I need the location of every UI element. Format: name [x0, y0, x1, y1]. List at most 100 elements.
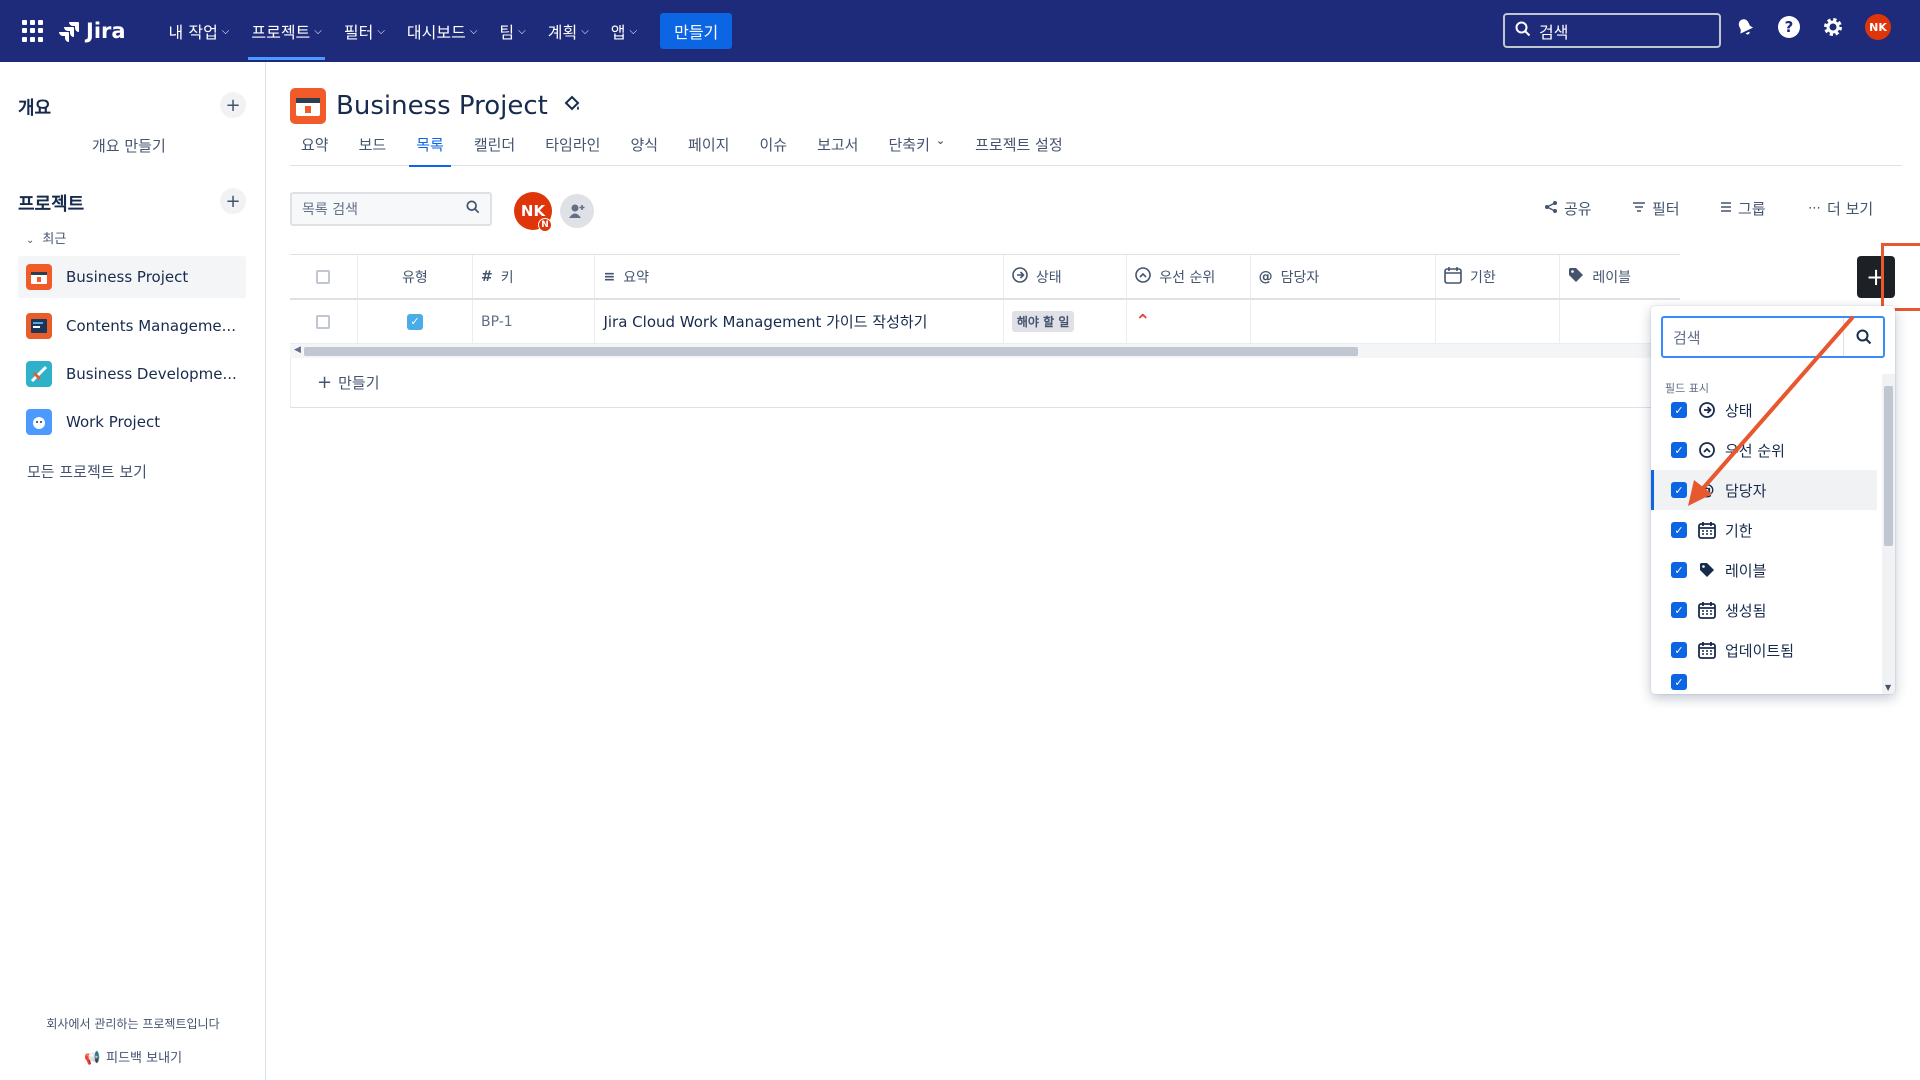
chevron-down-icon: ⌄	[935, 134, 946, 147]
checkbox-checked-icon[interactable]: ✓	[1671, 442, 1687, 458]
tab-summary[interactable]: 요약	[290, 134, 340, 166]
checkbox-checked-icon[interactable]: ✓	[1671, 562, 1687, 578]
jira-logo[interactable]: Jira	[58, 19, 126, 43]
add-project-button[interactable]: +	[220, 188, 246, 214]
status-cell[interactable]: 해야 할 일	[1004, 300, 1128, 343]
checkbox-checked-icon[interactable]: ✓	[1671, 522, 1687, 538]
project-label: Business Developme...	[66, 365, 237, 383]
group-button[interactable]: 그룹	[1720, 198, 1766, 219]
sidebar-project-contents[interactable]: Contents Manageme...	[18, 305, 246, 347]
settings-gear-icon[interactable]	[1821, 15, 1845, 39]
tab-pages[interactable]: 페이지	[677, 134, 740, 166]
tab-calendar[interactable]: 캘린더	[463, 134, 526, 166]
member-avatar[interactable]: NK N	[514, 192, 552, 232]
nav-teams[interactable]: 팀 ⌵	[488, 0, 536, 62]
nav-projects[interactable]: 프로젝트 ⌵	[240, 0, 332, 62]
priority-high-icon: ⌃	[1135, 311, 1151, 332]
field-option-updated[interactable]: ✓ 업데이트됨	[1651, 630, 1877, 670]
global-search-input[interactable]: 검색	[1503, 13, 1721, 48]
row-checkbox[interactable]	[316, 314, 331, 329]
checkbox-checked-icon[interactable]: ✓	[1671, 642, 1687, 658]
sidebar-project-business[interactable]: Business Project	[18, 256, 246, 298]
scroll-left-icon[interactable]: ◀	[294, 345, 301, 355]
scrollbar-thumb[interactable]	[304, 347, 1358, 356]
nav-plans[interactable]: 계획 ⌵	[537, 0, 600, 62]
field-label: 레이블	[1725, 561, 1767, 580]
field-option-created[interactable]: ✓ 생성됨	[1651, 590, 1877, 630]
add-people-icon[interactable]	[560, 194, 594, 228]
tab-list[interactable]: 목록	[405, 134, 455, 167]
nav-filters[interactable]: 필터 ⌵	[333, 0, 396, 62]
search-icon	[466, 200, 480, 218]
filter-label: 필터	[1652, 200, 1680, 218]
column-due[interactable]: 기한	[1436, 255, 1561, 298]
help-icon[interactable]: ?	[1777, 15, 1801, 39]
summary-lines-icon: ≡	[603, 268, 616, 285]
field-option-status[interactable]: ✓ 상태	[1651, 390, 1877, 430]
paint-bucket-icon[interactable]	[562, 94, 582, 119]
tab-reports[interactable]: 보고서	[806, 134, 869, 166]
tab-board[interactable]: 보드	[348, 134, 398, 166]
column-summary[interactable]: ≡ 요약	[595, 255, 1004, 298]
tag-icon	[1568, 267, 1584, 287]
table-row[interactable]: ✓ BP-1 Jira Cloud Work Management 가이드 작성…	[290, 300, 1680, 344]
create-issue-row[interactable]: + 만들기	[290, 358, 1680, 408]
view-all-projects-link[interactable]: 모든 프로젝트 보기	[27, 461, 147, 482]
select-all-checkbox[interactable]	[316, 269, 331, 284]
logo-text: Jira	[86, 19, 126, 43]
search-icon[interactable]	[1843, 318, 1883, 356]
feedback-button[interactable]: 📢 피드백 보내기	[0, 1047, 266, 1066]
column-assignee[interactable]: @ 담당자	[1251, 255, 1437, 298]
tab-project-settings[interactable]: 프로젝트 설정	[964, 134, 1074, 166]
nav-my-work[interactable]: 내 작업 ⌵	[158, 0, 241, 62]
due-cell[interactable]	[1436, 300, 1561, 343]
field-option-priority[interactable]: ✓ 우선 순위	[1651, 430, 1877, 470]
app-switcher-icon[interactable]	[22, 20, 44, 42]
assignee-cell[interactable]	[1251, 300, 1437, 343]
field-option-labels[interactable]: ✓ 레이블	[1651, 550, 1877, 590]
horizontal-scrollbar[interactable]: ◀	[290, 344, 1680, 358]
scrollbar-thumb[interactable]	[1884, 386, 1893, 546]
column-priority[interactable]: 우선 순위	[1127, 255, 1251, 298]
create-button[interactable]: 만들기	[660, 13, 733, 49]
user-avatar[interactable]: NK	[1865, 14, 1891, 40]
tab-shortcuts[interactable]: 단축키 ⌄	[877, 134, 956, 166]
dropdown-scrollbar[interactable]: ▼	[1882, 374, 1895, 694]
nav-dashboards[interactable]: 대시보드 ⌵	[396, 0, 488, 62]
checkbox-checked-icon[interactable]: ✓	[1671, 674, 1687, 690]
checkbox-checked-icon[interactable]: ✓	[1671, 482, 1687, 498]
tab-issues[interactable]: 이슈	[748, 134, 798, 166]
summary-cell[interactable]: Jira Cloud Work Management 가이드 작성하기	[595, 300, 1004, 343]
tab-forms[interactable]: 양식	[619, 134, 669, 166]
list-search-input[interactable]: 목록 검색	[290, 192, 492, 226]
key-cell[interactable]: BP-1	[473, 300, 596, 343]
nav-apps[interactable]: 앱 ⌵	[600, 0, 648, 62]
sidebar-project-business-dev[interactable]: Business Developme...	[18, 353, 246, 395]
more-button[interactable]: ⋯ 더 보기	[1808, 198, 1873, 219]
recent-toggle[interactable]: ⌄ 최근	[26, 228, 66, 247]
more-label: 더 보기	[1827, 200, 1874, 218]
priority-cell[interactable]: ⌃	[1127, 300, 1251, 343]
column-labels[interactable]: 레이블	[1560, 255, 1680, 298]
sidebar-project-work[interactable]: Work Project	[18, 401, 246, 443]
field-search-input[interactable]: 검색	[1661, 316, 1885, 358]
create-overview-link[interactable]: 개요 만들기	[92, 135, 166, 156]
tab-timeline[interactable]: 타임라인	[534, 134, 611, 166]
field-option-due[interactable]: ✓ 기한	[1651, 510, 1877, 550]
scroll-down-icon[interactable]: ▼	[1885, 683, 1891, 692]
nav-label: 필터	[343, 23, 374, 42]
checkbox-checked-icon[interactable]: ✓	[1671, 602, 1687, 618]
field-option-partial[interactable]: ✓	[1651, 670, 1877, 694]
status-icon	[1012, 266, 1028, 287]
notifications-icon[interactable]	[1733, 15, 1757, 39]
add-overview-button[interactable]: +	[220, 92, 246, 118]
filter-button[interactable]: 필터	[1632, 198, 1680, 219]
field-option-assignee[interactable]: ✓ @ 담당자	[1651, 470, 1877, 510]
share-button[interactable]: 공유	[1544, 198, 1592, 219]
checkbox-checked-icon[interactable]: ✓	[1671, 402, 1687, 418]
share-label: 공유	[1564, 200, 1592, 218]
jira-logo-icon	[59, 22, 79, 42]
column-type[interactable]: 유형	[358, 255, 473, 298]
column-status[interactable]: 상태	[1004, 255, 1128, 298]
column-key[interactable]: # 키	[473, 255, 596, 298]
